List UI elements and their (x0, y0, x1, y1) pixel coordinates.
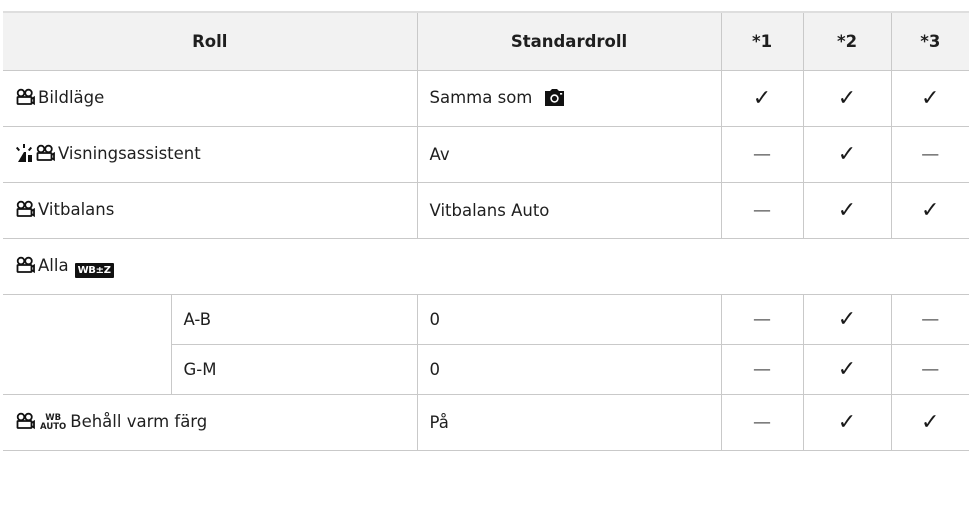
mark-2: ✓ (802, 126, 892, 183)
table-row: A-B 0 — ✓ — (3, 294, 969, 395)
mark-3: ✓ (890, 182, 969, 239)
wb-auto-icon: WB AUTO (40, 413, 67, 432)
photo-camera-icon (544, 88, 565, 110)
mark-3: ✓ (890, 394, 969, 451)
table-row: Visningsassistent Av — ✓ — (3, 126, 969, 183)
header-roll: Roll (3, 11, 418, 71)
movie-camera-icon (15, 412, 35, 434)
role-cell: Bildläge (3, 70, 418, 127)
mark-1: — (720, 294, 804, 345)
default-value: Samma som (429, 87, 533, 107)
mark-3: — (890, 126, 969, 183)
role-cell: Vitbalans (3, 182, 418, 239)
settings-table: Roll Standardroll *1 *2 *3 Bildläge Samm… (3, 11, 969, 451)
role-cell: WB AUTO Behåll varm färg (3, 394, 418, 451)
mark-1: — (720, 126, 804, 183)
mark-2: ✓ (802, 70, 892, 127)
header-note-3: *3 (890, 11, 969, 71)
mark-2: ✓ (802, 182, 892, 239)
table-row: Bildläge Samma som ✓ ✓ ✓ (3, 70, 969, 127)
mark-2: ✓ (802, 294, 892, 345)
table-row: Vitbalans Vitbalans Auto — ✓ ✓ (3, 182, 969, 239)
mark-2: ✓ (802, 344, 892, 395)
role-label: Visningsassistent (58, 143, 201, 163)
table-row: WB AUTO Behåll varm färg På — ✓ ✓ (3, 394, 969, 451)
wb-auto-bottom: AUTO (40, 421, 67, 432)
mark-1: — (720, 394, 804, 451)
mark-1: ✓ (720, 70, 804, 127)
sub-role-cell: A-B (170, 294, 418, 345)
default-cell: 0 (416, 294, 722, 345)
table-row: Alla WB±Z (3, 238, 969, 295)
mark-1: — (720, 182, 804, 239)
header-note-1: *1 (720, 11, 804, 71)
role-label: Behåll varm färg (70, 411, 208, 431)
movie-camera-icon (15, 88, 35, 110)
mark-3: ✓ (890, 70, 969, 127)
movie-camera-icon (35, 144, 55, 166)
default-cell: Av (416, 126, 722, 183)
mark-2: ✓ (802, 394, 892, 451)
mark-3: — (890, 344, 969, 395)
header-note-2: *2 (802, 11, 892, 71)
default-cell: Vitbalans Auto (416, 182, 722, 239)
role-cell-group: Alla WB±Z (3, 238, 969, 295)
sub-role-cell: G-M (170, 344, 418, 395)
default-cell: På (416, 394, 722, 451)
wb-compensation-icon: WB±Z (74, 262, 114, 278)
movie-camera-icon (15, 256, 35, 278)
header-row: Roll Standardroll *1 *2 *3 (3, 11, 969, 71)
view-assist-icon (15, 143, 35, 166)
mark-1: — (720, 344, 804, 395)
mark-3: — (890, 294, 969, 345)
role-label: Alla (38, 255, 69, 275)
indent-cell (3, 294, 171, 395)
movie-camera-icon (15, 200, 35, 222)
role-cell: Visningsassistent (3, 126, 418, 183)
role-label: Vitbalans (38, 199, 115, 219)
header-standardroll: Standardroll (416, 11, 722, 71)
default-cell: Samma som (416, 70, 722, 127)
role-label: Bildläge (38, 87, 105, 107)
default-cell: 0 (416, 344, 722, 395)
